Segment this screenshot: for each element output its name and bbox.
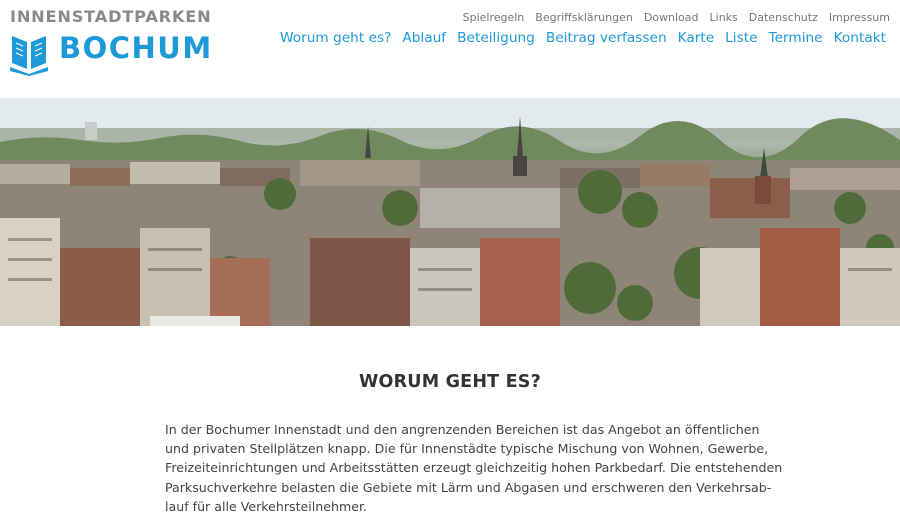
nav-termine[interactable]: Termine	[769, 30, 823, 46]
intro-line: lauf für alle Verkehrsteilnehmer.	[165, 498, 368, 514]
intro-line: Parksuchverkehre belasten die Gebiete mi…	[165, 479, 772, 495]
book-icon	[10, 36, 48, 76]
logo-city-name: BOCHUM	[59, 31, 213, 65]
meta-nav-datenschutz[interactable]: Datenschutz	[749, 11, 818, 24]
city-skyline-illustration	[0, 98, 900, 326]
hero-city-photo	[0, 98, 900, 326]
meta-nav-download[interactable]: Download	[644, 11, 699, 24]
nav-beteiligung[interactable]: Beteiligung	[457, 30, 535, 46]
meta-nav-links[interactable]: Links	[710, 11, 738, 24]
logo-top-line: INNENSTADTPARKEN	[10, 7, 212, 26]
meta-nav-impressum[interactable]: Impressum	[829, 11, 890, 24]
nav-beitrag-verfassen[interactable]: Beitrag verfassen	[546, 30, 667, 46]
section-title: WORUM GEHT ES?	[359, 372, 541, 392]
site-logo[interactable]: INNENSTADTPARKEN BOCHUM	[10, 7, 213, 83]
nav-worum-geht-es[interactable]: Worum geht es?	[280, 30, 391, 46]
intro-line: In der Bochumer Innenstadt und den angre…	[165, 422, 760, 437]
nav-kontakt[interactable]: Kontakt	[834, 30, 886, 46]
main-navigation: Worum geht es? Ablauf Beteiligung Beitra…	[280, 30, 886, 46]
intro-line: Freizeiteinrichtungen und Arbeitsstätten…	[165, 460, 783, 476]
nav-karte[interactable]: Karte	[678, 30, 715, 46]
main-content: WORUM GEHT ES? In der Bochumer Innenstad…	[0, 326, 900, 521]
meta-nav-spielregeln[interactable]: Spielregeln	[463, 11, 525, 24]
nav-ablauf[interactable]: Ablauf	[402, 30, 446, 46]
nav-liste[interactable]: Liste	[725, 30, 757, 46]
intro-paragraph: In der Bochumer Innenstadt und den angre…	[165, 420, 783, 516]
meta-nav-begriffsklaerungen[interactable]: Begriffsklärungen	[535, 11, 633, 24]
meta-navigation: Spielregeln Begriffsklärungen Download L…	[463, 11, 890, 24]
site-header: INNENSTADTPARKEN BOCHUM Spielregeln Begr…	[0, 0, 900, 98]
intro-line: und privaten Stellplätzen knapp. Die für…	[165, 441, 769, 457]
